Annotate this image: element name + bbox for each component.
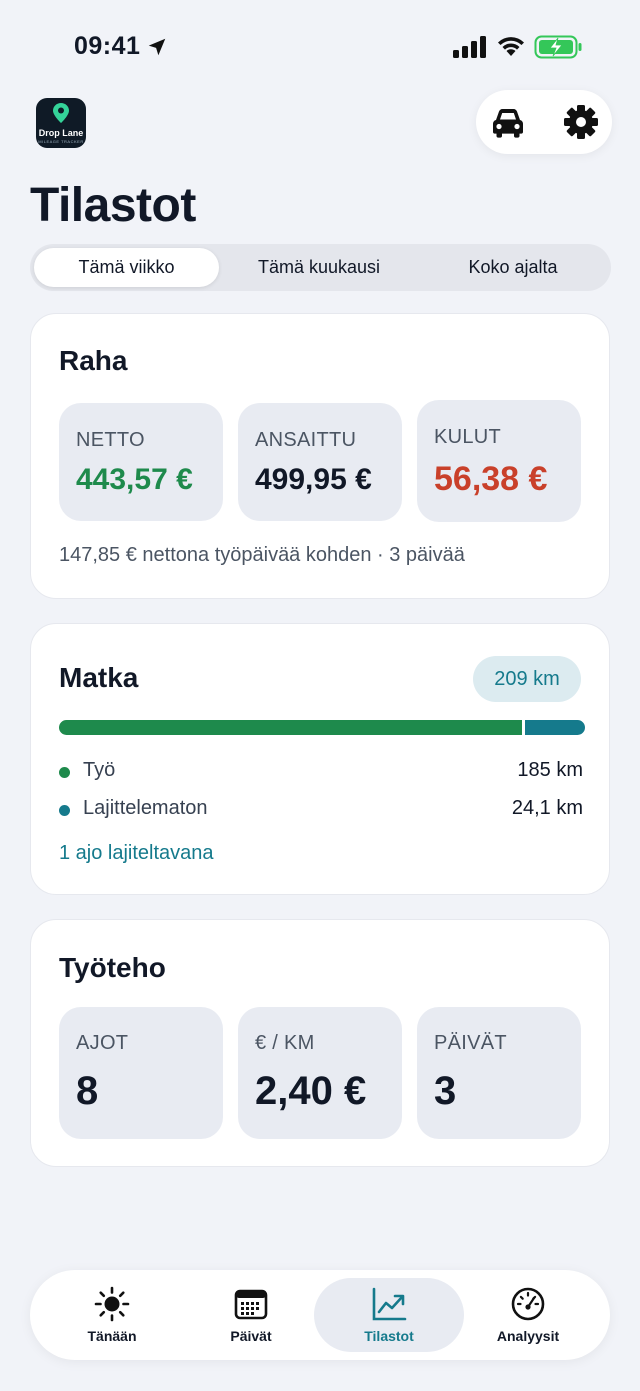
sun-icon <box>94 1286 130 1322</box>
earned-tile: ANSAITTU 499,95 € <box>238 403 402 521</box>
unsorted-value: 24,1 km <box>511 797 583 819</box>
location-arrow-icon <box>148 38 166 56</box>
nav-days[interactable]: Päivät <box>176 1278 326 1352</box>
legend-row-unsorted: Lajittelematon 24,1 km <box>59 797 583 825</box>
unsorted-trips-link[interactable]: 1 ajo lajiteltavana <box>59 842 214 865</box>
work-value: 185 km <box>517 759 583 781</box>
unsorted-distance-segment <box>525 720 585 735</box>
nav-statistics-label: Tilastot <box>364 1328 414 1344</box>
logo-text: Drop Lane <box>38 128 84 138</box>
days-value: 3 <box>434 1069 457 1113</box>
nav-today[interactable]: Tänään <box>37 1278 187 1352</box>
nav-analytics[interactable]: Analyysit <box>453 1278 603 1352</box>
period-selector: Tämä viikko Tämä kuukausi Koko ajalta <box>30 244 611 291</box>
nav-statistics[interactable]: Tilastot <box>314 1278 464 1352</box>
logo-subtext: MILEAGE TRACKER <box>38 139 84 144</box>
expenses-value: 56,38 € <box>434 460 548 498</box>
nav-today-label: Tänään <box>87 1328 137 1344</box>
trips-label: AJOT <box>76 1032 129 1054</box>
money-card: Raha NETTO 443,57 € ANSAITTU 499,95 € KU… <box>30 313 610 599</box>
legend-row-work: Työ 185 km <box>59 759 583 787</box>
distance-split-bar <box>59 720 585 735</box>
bottom-navigation: Tänään Päivät Tilastot Analyysit <box>30 1270 610 1360</box>
cellular-signal-icon <box>453 36 486 58</box>
work-dot <box>59 767 70 778</box>
net-per-day-note: 147,85 € nettona työpäivää kohden · 3 pä… <box>59 544 465 566</box>
header-actions <box>476 90 612 154</box>
unsorted-dot <box>59 805 70 816</box>
distance-card-title: Matka <box>59 662 139 693</box>
money-card-title: Raha <box>59 345 128 376</box>
map-pin-icon <box>53 103 69 123</box>
total-km-badge: 209 km <box>473 656 581 702</box>
expenses-label: KULUT <box>434 426 502 448</box>
gear-icon[interactable] <box>562 103 600 141</box>
unsorted-label: Lajittelematon <box>83 797 208 819</box>
tab-this-month[interactable]: Tämä kuukausi <box>223 248 415 287</box>
app-logo: Drop Lane MILEAGE TRACKER <box>36 98 86 148</box>
nav-analytics-label: Analyysit <box>496 1328 560 1344</box>
speedometer-icon <box>511 1287 545 1321</box>
days-tile: PÄIVÄT 3 <box>417 1007 581 1139</box>
chart-icon <box>372 1287 407 1321</box>
eur-per-km-label: € / KM <box>255 1032 315 1054</box>
net-label: NETTO <box>76 429 145 451</box>
work-label: Työ <box>83 759 116 781</box>
battery-charging-icon <box>534 35 582 59</box>
wifi-icon <box>498 37 524 56</box>
page-title: Tilastot <box>30 179 196 232</box>
days-label: PÄIVÄT <box>434 1032 507 1054</box>
work-distance-segment <box>59 720 522 735</box>
trips-value: 8 <box>76 1069 99 1113</box>
tab-all-time[interactable]: Koko ajalta <box>419 248 607 287</box>
status-bar: 09:41 <box>0 0 640 90</box>
tab-this-week[interactable]: Tämä viikko <box>34 248 219 287</box>
net-value: 443,57 € <box>76 463 193 496</box>
expenses-tile: KULUT 56,38 € <box>417 400 581 522</box>
earned-value: 499,95 € <box>255 463 372 496</box>
earned-label: ANSAITTU <box>255 429 357 451</box>
eur-per-km-value: 2,40 € <box>255 1069 367 1113</box>
calendar-icon <box>234 1289 268 1320</box>
nav-days-label: Päivät <box>230 1328 272 1344</box>
trips-tile: AJOT 8 <box>59 1007 223 1139</box>
distance-card: Matka 209 km Työ 185 km Lajittelematon 2… <box>30 623 610 895</box>
status-time: 09:41 <box>74 32 141 60</box>
productivity-card-title: Työteho <box>59 952 166 983</box>
eur-per-km-tile: € / KM 2,40 € <box>238 1007 402 1139</box>
car-icon[interactable] <box>488 102 528 142</box>
net-tile: NETTO 443,57 € <box>59 403 223 521</box>
productivity-card: Työteho AJOT 8 € / KM 2,40 € PÄIVÄT 3 <box>30 919 610 1167</box>
